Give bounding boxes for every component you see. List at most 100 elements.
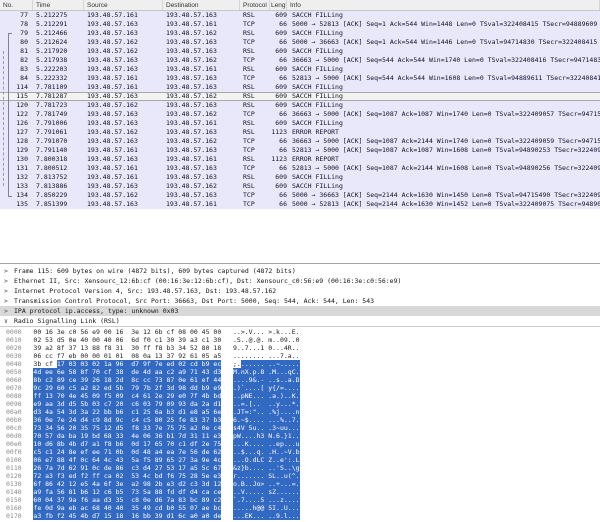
packet-row-78[interactable]: 785.212291193.48.57.163193.48.57.161TCP6… — [0, 20, 600, 29]
hex-row-00d0[interactable]: 00d0 70 57 da ba 19 bd 68 33 4e 06 36 b1… — [0, 432, 600, 440]
detail-line[interactable]: >IPA protocol ip.access, type: unknown 0… — [0, 306, 600, 316]
hex-row-0080[interactable]: 0080 ff 13 70 4e 45 09 f5 09 c4 61 2e 29… — [0, 392, 600, 400]
packet-row-80[interactable]: 805.212624193.48.57.162193.48.57.163TCP6… — [0, 38, 600, 47]
expand-icon[interactable]: > — [4, 266, 8, 276]
cell-info: 36663 → 5000 [ACK] Seq=1087 Ack=1087 Win… — [287, 110, 600, 119]
expand-icon[interactable]: > — [4, 296, 8, 306]
expand-icon[interactable]: > — [4, 306, 8, 316]
cell-proto: RSL — [240, 128, 270, 137]
packet-row-134[interactable]: 1347.850229193.48.57.162193.48.57.163TCP… — [0, 191, 600, 200]
cell-src: 193.48.57.162 — [84, 47, 163, 56]
packet-row-84[interactable]: 845.222332193.48.57.161193.48.57.163TCP6… — [0, 74, 600, 83]
hex-row-0050[interactable]: 0050 4d ee 6e 58 8f 70 cf 38 de 4d aa c2… — [0, 368, 600, 376]
column-header-info[interactable]: Info — [287, 0, 600, 10]
cell-dst: 193.48.57.163 — [163, 38, 240, 47]
hex-dump-pane: 0000 00 16 3e c0 56 e9 00 16 3e 12 6b cf… — [0, 328, 600, 522]
packet-row-120[interactable]: 1207.781723193.48.57.162193.48.57.163RSL… — [0, 101, 600, 110]
packet-row-82[interactable]: 825.217938193.48.57.163193.48.57.162TCP6… — [0, 56, 600, 65]
detail-line[interactable]: >Ethernet II, Src: Xensourc_12:6b:cf (00… — [0, 276, 600, 286]
cell-proto: TCP — [240, 20, 270, 29]
hex-row-00a0[interactable]: 00a0 d3 4a 54 3d 3a 22 bb b6 c1 25 6a b3… — [0, 408, 600, 416]
expand-icon[interactable]: > — [4, 276, 8, 286]
hex-row-0140[interactable]: 0140 a9 fa 56 81 b6 12 c6 b5 73 5a 88 fd… — [0, 488, 600, 496]
ascii-bytes-selected: ...EK... ..9.l... — [233, 512, 300, 520]
hex-row-0150[interactable]: 0150 60 04 37 9a f6 aa d3 35 c8 0e d6 7a… — [0, 496, 600, 504]
hex-offset: 0020 — [6, 344, 22, 352]
packet-row-131[interactable]: 1317.800512193.48.57.161193.48.57.163TCP… — [0, 164, 600, 173]
cell-info: 52813 → 5000 [ACK] Seq=544 Ack=544 Win=1… — [287, 74, 600, 83]
packet-row-128[interactable]: 1287.791070193.48.57.163193.48.57.162TCP… — [0, 137, 600, 146]
hex-row-0170[interactable]: 0170 a3 fb f2 45 4b d7 15 18 16 bb 39 d1… — [0, 512, 600, 520]
column-header-protocol[interactable]: Protocol — [240, 0, 270, 10]
hex-offset: 0090 — [6, 400, 22, 408]
ascii-bytes-selected: ....9&.- ..s..a.D — [233, 376, 300, 384]
packet-row-133[interactable]: 1337.813886193.48.57.163193.48.57.162RSL… — [0, 182, 600, 191]
cell-dst: 193.48.57.163 — [163, 146, 240, 155]
cell-info: 5000 → 36663 [ACK] Seq=2144 Ack=1630 Win… — [287, 191, 600, 200]
packet-row-114[interactable]: 1147.781109193.48.57.161193.48.57.163RSL… — [0, 83, 600, 92]
cell-time: 7.800512 — [33, 164, 84, 173]
detail-line[interactable]: >Internet Protocol Version 4, Src: 193.4… — [0, 286, 600, 296]
detail-line[interactable]: >Frame 115: 609 bytes on wire (4872 bits… — [0, 266, 600, 276]
column-header-time[interactable]: Time — [33, 0, 84, 10]
packet-row-122[interactable]: 1227.781749193.48.57.163193.48.57.162TCP… — [0, 110, 600, 119]
hex-row-0010[interactable]: 0010 02 53 d5 0e 40 00 40 06 6d f0 c1 30… — [0, 336, 600, 344]
packet-row-130[interactable]: 1307.800318193.48.57.163193.48.57.161RSL… — [0, 155, 600, 164]
detail-line[interactable]: ∨Radio Signalling Link (RSL) — [0, 316, 600, 326]
hex-row-0030[interactable]: 0030 06 cc f7 eb 00 00 01 01 08 0a 13 37… — [0, 352, 600, 360]
ascii-bytes-selected: ..V..... sZ...... — [233, 488, 300, 496]
cell-info: ERROR REPORT — [287, 128, 600, 137]
hex-row-00b0[interactable]: 00b0 36 0e 7e 24 d4 c9 8d 9c c4 c5 80 25… — [0, 416, 600, 424]
cell-len: 66 — [270, 137, 287, 146]
packet-row-132[interactable]: 1327.813752193.48.57.161193.48.57.163RSL… — [0, 173, 600, 182]
hex-row-00e0[interactable]: 00e0 10 d6 8b 4b d7 a1 f8 b6 0d 17 65 70… — [0, 440, 600, 448]
expand-icon[interactable]: > — [4, 286, 8, 296]
hex-row-00c0[interactable]: 00c0 73 34 56 20 35 75 12 d5 f8 33 7e 75… — [0, 424, 600, 432]
packet-row-127[interactable]: 1277.791061193.48.57.162193.48.57.163RSL… — [0, 128, 600, 137]
packet-row-129[interactable]: 1297.791140193.48.57.161193.48.57.163TCP… — [0, 146, 600, 155]
packet-details-pane: >Frame 115: 609 bytes on wire (4872 bits… — [0, 266, 600, 326]
hex-row-0020[interactable]: 0020 39 a2 8f 37 13 88 f8 31 30 ff f8 b3… — [0, 344, 600, 352]
cell-len: 609 — [270, 11, 287, 20]
packet-row-81[interactable]: 815.217920193.48.57.162193.48.57.163RSL6… — [0, 47, 600, 56]
cell-proto: RSL — [240, 83, 270, 92]
hex-row-0100[interactable]: 0100 06 e7 88 4f 0c 64 4c 43 5a f5 89 65… — [0, 456, 600, 464]
hex-row-00f0[interactable]: 00f0 c5 c1 24 8e ef ee 71 0b 0d 48 a4 ea… — [0, 448, 600, 456]
hex-row-0130[interactable]: 0130 6f 86 42 12 e5 4a 6f 3e a2 98 2b e3… — [0, 480, 600, 488]
hex-offset: 0140 — [6, 488, 22, 496]
hex-row-0110[interactable]: 0110 26 7a 7d 62 91 0c de 86 c3 d4 27 53… — [0, 464, 600, 472]
column-header-no[interactable]: No. — [0, 0, 33, 10]
column-header-destination[interactable]: Destination — [163, 0, 240, 10]
column-header-source[interactable]: Source — [84, 0, 163, 10]
collapse-icon[interactable]: ∨ — [4, 316, 8, 326]
hex-row-0120[interactable]: 0120 72 a3 f3 ed f2 ff ca 02 53 4c bd f6… — [0, 472, 600, 480]
hex-row-0000[interactable]: 0000 00 16 3e c0 56 e9 00 16 3e 12 6b cf… — [0, 328, 600, 336]
packet-row-115[interactable]: 1157.781287193.48.57.163193.48.57.162RSL… — [0, 92, 600, 101]
cell-proto: TCP — [240, 137, 270, 146]
hex-bytes-selected: e9 aa 3d d5 5b 03 c7 20 c6 03 79 09 93 d… — [33, 400, 221, 408]
hex-row-0090[interactable]: 0090 e9 aa 3d d5 5b 03 c7 20 c6 03 79 09… — [0, 400, 600, 408]
cell-dst: 193.48.57.163 — [163, 47, 240, 56]
cell-src: 193.48.57.163 — [84, 155, 163, 164]
detail-line[interactable]: >Transmission Control Protocol, Src Port… — [0, 296, 600, 306]
packet-row-126[interactable]: 1267.791006193.48.57.163193.48.57.161RSL… — [0, 119, 600, 128]
hex-offset: 00e0 — [6, 440, 22, 448]
hex-bytes: 02 53 d5 0e 40 00 40 06 6d f0 c1 30 39 a… — [33, 336, 221, 344]
packet-row-83[interactable]: 835.222203193.48.57.163193.48.57.161RSL6… — [0, 65, 600, 74]
hex-row-0060[interactable]: 0060 8b c2 89 ce 39 26 18 2d 8c cc 73 87… — [0, 376, 600, 384]
cell-dst: 193.48.57.161 — [163, 200, 240, 209]
cell-time: 5.217938 — [33, 56, 84, 65]
cell-len: 1123 — [270, 128, 287, 137]
cell-dst: 193.48.57.161 — [163, 65, 240, 74]
hex-bytes-selected: 26 7a 7d 62 91 0c de 86 c3 d4 27 53 17 a… — [33, 464, 221, 472]
packet-row-77[interactable]: 775.212275193.48.57.161193.48.57.163RSL6… — [0, 11, 600, 20]
cell-len: 66 — [270, 110, 287, 119]
hex-row-0070[interactable]: 0070 9c 29 60 c5 a2 82 ed 5b 79 7b 2f 3d… — [0, 384, 600, 392]
cell-time: 5.212291 — [33, 20, 84, 29]
hex-row-0040[interactable]: 0040 3b cf 17 03 03 02 1a 96 d7 9f 7e ed… — [0, 360, 600, 368]
packet-row-135[interactable]: 1357.851399193.48.57.163193.48.57.161TCP… — [0, 200, 600, 209]
hex-row-0160[interactable]: 0160 fe 0d 9a eb ac 68 40 40 35 49 cd b0… — [0, 504, 600, 512]
packet-row-79[interactable]: 795.212466193.48.57.163193.48.57.162RSL6… — [0, 29, 600, 38]
column-header-length[interactable]: Length — [270, 0, 287, 10]
hex-offset: 0040 — [6, 360, 22, 368]
